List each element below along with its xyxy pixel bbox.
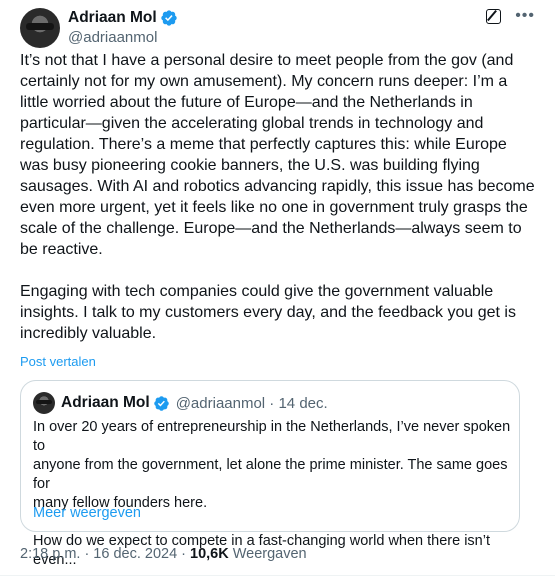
- author-name[interactable]: Adriaan Mol: [68, 8, 157, 28]
- views-label: Weergaven: [232, 546, 307, 562]
- translate-post-link[interactable]: Post vertalen: [20, 354, 96, 369]
- tweet-header: Adriaan Mol @adriaanmol: [20, 6, 178, 50]
- avatar[interactable]: [20, 8, 60, 48]
- grok-icon[interactable]: [486, 8, 502, 24]
- tweet-footer: 2:18 p.m. · 16 dec. 2024 · 10,6K Weergav…: [20, 546, 307, 562]
- verified-badge-icon[interactable]: [160, 9, 178, 27]
- show-more-link[interactable]: Meer weergeven: [33, 505, 141, 521]
- author-handle[interactable]: @adriaanmol: [68, 28, 178, 48]
- author-name-row: Adriaan Mol: [68, 8, 178, 28]
- quoted-handle-date: @adriaanmol · 14 dec.: [175, 394, 328, 412]
- quoted-author-name: Adriaan Mol: [61, 394, 150, 411]
- footer-separator: ·: [84, 546, 90, 562]
- quoted-avatar: [33, 392, 55, 414]
- quoted-tweet-header: Adriaan Mol @adriaanmol · 14 dec.: [33, 392, 328, 414]
- author-identity: Adriaan Mol @adriaanmol: [68, 8, 178, 48]
- tweet-detail: Adriaan Mol @adriaanmol ••• It’s not tha…: [0, 0, 555, 576]
- tweet-text: It’s not that I have a personal desire t…: [20, 52, 535, 342]
- footer-separator-2: ·: [181, 546, 186, 562]
- tweet-date[interactable]: 16 dec. 2024: [93, 546, 177, 562]
- top-actions: •••: [486, 8, 535, 24]
- tweet-time[interactable]: 2:18 p.m.: [20, 546, 80, 562]
- views-count: 10,6K: [190, 546, 229, 562]
- quoted-verified-badge-icon: [153, 395, 170, 412]
- more-icon[interactable]: •••: [515, 8, 535, 24]
- quoted-tweet[interactable]: Adriaan Mol @adriaanmol · 14 dec. In ove…: [20, 380, 520, 568]
